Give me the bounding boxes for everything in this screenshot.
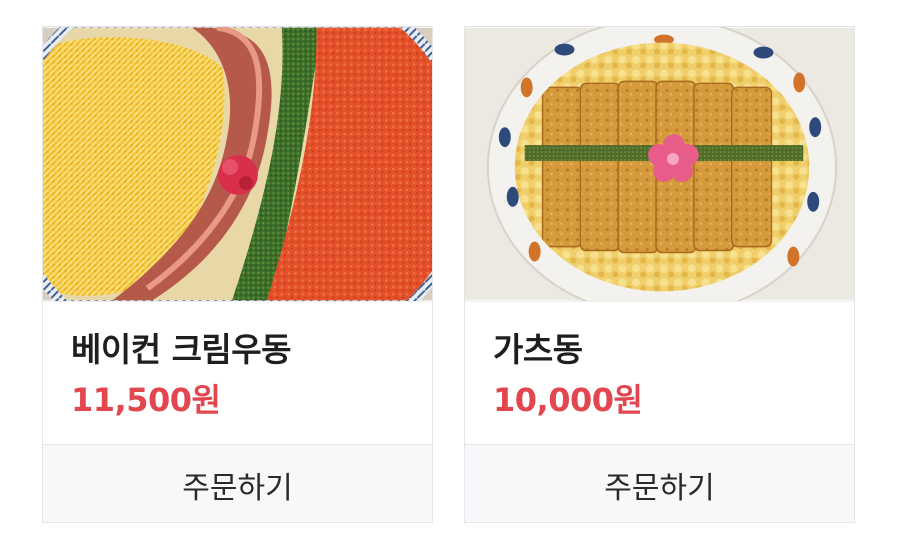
- menu-price: 10,000원: [493, 381, 643, 419]
- udon-photo-icon: [43, 27, 432, 301]
- menu-card-katsudon: 가츠동 10,000원 주문하기: [464, 26, 855, 523]
- menu-name: 베이컨 크림우동: [71, 330, 292, 369]
- menu-info: 가츠동 10,000원: [465, 301, 854, 444]
- menu-price: 11,500원: [71, 381, 221, 419]
- katsudon-photo-icon: [465, 27, 854, 301]
- menu-name: 가츠동: [493, 330, 583, 369]
- menu-info: 베이컨 크림우동 11,500원: [43, 301, 432, 444]
- order-button[interactable]: 주문하기: [465, 444, 854, 522]
- order-button[interactable]: 주문하기: [43, 444, 432, 522]
- menu-card-bacon-cream-udon: 베이컨 크림우동 11,500원 주문하기: [42, 26, 433, 523]
